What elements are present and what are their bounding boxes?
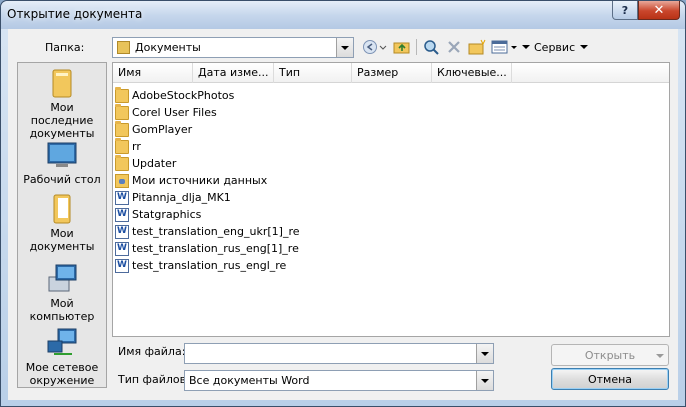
filename-label: Имя файла: — [118, 345, 186, 358]
place-my-computer[interactable]: Мой компьютер — [18, 263, 106, 323]
chevron-down-icon[interactable] — [476, 371, 493, 390]
window-title: Открытие документа — [7, 7, 143, 21]
back-arrow-icon — [363, 40, 387, 54]
new-folder-button[interactable] — [467, 38, 487, 56]
file-name: GomPlayer — [132, 123, 193, 136]
folder-icon — [115, 154, 129, 171]
list-item[interactable]: Updater — [115, 154, 300, 172]
list-item[interactable]: rr — [115, 137, 300, 155]
column-header-name[interactable]: Имя — [113, 63, 193, 83]
chevron-down-icon — [580, 45, 589, 49]
network-icon — [46, 327, 78, 359]
list-item[interactable]: Pitannja_dlja_MK1 — [115, 189, 300, 206]
file-name: test_translation_rus_engl_re — [132, 259, 287, 272]
folder-icon — [115, 137, 129, 154]
filetype-select[interactable]: Все документы Word — [184, 370, 494, 391]
views-icon — [491, 40, 517, 54]
file-name: Corel User Files — [132, 106, 217, 119]
folder-icon — [115, 103, 129, 120]
list-item[interactable]: Corel User Files — [115, 103, 300, 121]
filetype-value: Все документы Word — [189, 374, 310, 387]
open-button[interactable]: Открыть — [551, 344, 669, 366]
close-button[interactable]: ✕ — [638, 1, 680, 20]
place-label: Рабочий стол — [23, 173, 101, 186]
place-label: Мои документы — [29, 227, 95, 253]
file-name: test_translation_rus_eng[1]_re — [132, 242, 299, 255]
search-web-button[interactable] — [421, 38, 441, 56]
filetype-label: Тип файлов: — [118, 373, 190, 386]
file-name: rr — [132, 140, 141, 153]
place-label: Мой компьютер — [29, 297, 95, 323]
file-name: test_translation_eng_ukr[1]_re — [132, 225, 300, 238]
open-button-label: Открыть — [584, 348, 636, 362]
help-button[interactable]: ? — [612, 1, 638, 20]
up-folder-icon — [393, 42, 410, 54]
my-computer-icon — [46, 263, 78, 295]
file-name: Statgraphics — [132, 208, 202, 221]
new-folder-icon — [468, 39, 486, 55]
tools-menu-button[interactable]: Сервис — [522, 38, 589, 56]
file-name: Pitannja_dlja_MK1 — [132, 191, 231, 204]
list-item[interactable]: Мои источники данных — [115, 172, 300, 189]
search-icon — [424, 40, 439, 55]
list-item[interactable]: Statgraphics — [115, 206, 300, 223]
word-document-icon — [115, 241, 129, 256]
file-name: AdobeStockPhotos — [132, 89, 235, 102]
word-document-icon — [115, 207, 129, 222]
place-network[interactable]: Мое сетевое окружение — [18, 327, 106, 387]
file-list-header: Имя Дата изме... Тип Размер Ключевые... — [113, 63, 669, 83]
dialog-client-area: Папка: Документы Сервис Мои последние до… — [8, 29, 678, 400]
tools-menu-label: Сервис — [534, 40, 576, 54]
file-name: Updater — [132, 157, 177, 170]
my-documents-icon — [46, 193, 78, 225]
cancel-button[interactable]: Отмена — [551, 368, 669, 390]
delete-button[interactable] — [444, 38, 464, 56]
data-source-folder-icon — [115, 173, 129, 188]
file-rows: AdobeStockPhotos Corel User Files GomPla… — [115, 86, 300, 274]
cancel-button-label: Отмена — [587, 372, 633, 386]
word-document-icon — [115, 224, 129, 239]
my-documents-small-icon — [117, 41, 130, 54]
title-bar[interactable]: Открытие документа ? ✕ — [1, 1, 685, 29]
toolbar-separator — [416, 39, 417, 55]
place-label: Мои последние документы — [29, 101, 95, 140]
chevron-down-icon[interactable] — [476, 344, 493, 363]
file-name: Мои источники данных — [132, 174, 268, 187]
folder-combo-value: Документы — [135, 41, 201, 54]
folder-icon — [115, 86, 129, 103]
file-list[interactable]: Имя Дата изме... Тип Размер Ключевые... … — [112, 62, 670, 337]
desktop-icon — [46, 139, 78, 171]
place-desktop[interactable]: Рабочий стол — [18, 139, 106, 186]
filename-input[interactable] — [184, 343, 494, 364]
column-header-type[interactable]: Тип — [274, 63, 352, 83]
back-button[interactable] — [362, 38, 388, 56]
help-icon: ? — [621, 3, 629, 17]
list-item[interactable]: test_translation_rus_eng[1]_re — [115, 240, 300, 257]
word-document-icon — [115, 258, 129, 273]
list-item[interactable]: AdobeStockPhotos — [115, 86, 300, 104]
views-button[interactable] — [491, 38, 519, 56]
open-document-dialog: Открытие документа ? ✕ Папка: Документы — [0, 0, 686, 407]
list-item[interactable]: test_translation_rus_engl_re — [115, 257, 300, 274]
column-header-keywords[interactable]: Ключевые... — [432, 63, 512, 83]
place-my-documents[interactable]: Мои документы — [18, 193, 106, 253]
word-document-icon — [115, 190, 129, 205]
close-icon: ✕ — [653, 2, 665, 18]
delete-icon — [448, 41, 460, 53]
open-dropdown-arrow-icon — [656, 354, 664, 358]
chevron-down-icon[interactable] — [336, 38, 353, 57]
up-folder-button[interactable] — [392, 38, 412, 56]
recent-documents-icon — [46, 67, 78, 99]
folder-icon — [115, 120, 129, 137]
place-label: Мое сетевое окружение — [25, 361, 99, 387]
chevron-down-icon — [522, 45, 530, 49]
folder-label: Папка: — [45, 41, 85, 54]
column-header-date[interactable]: Дата изме... — [193, 63, 274, 83]
place-recent-documents[interactable]: Мои последние документы — [18, 67, 106, 140]
list-item[interactable]: GomPlayer — [115, 120, 300, 138]
list-item[interactable]: test_translation_eng_ukr[1]_re — [115, 223, 300, 240]
folder-combo[interactable]: Документы — [112, 37, 354, 58]
places-bar: Мои последние документы Рабочий стол Мои… — [17, 62, 107, 388]
column-header-size[interactable]: Размер — [352, 63, 432, 83]
